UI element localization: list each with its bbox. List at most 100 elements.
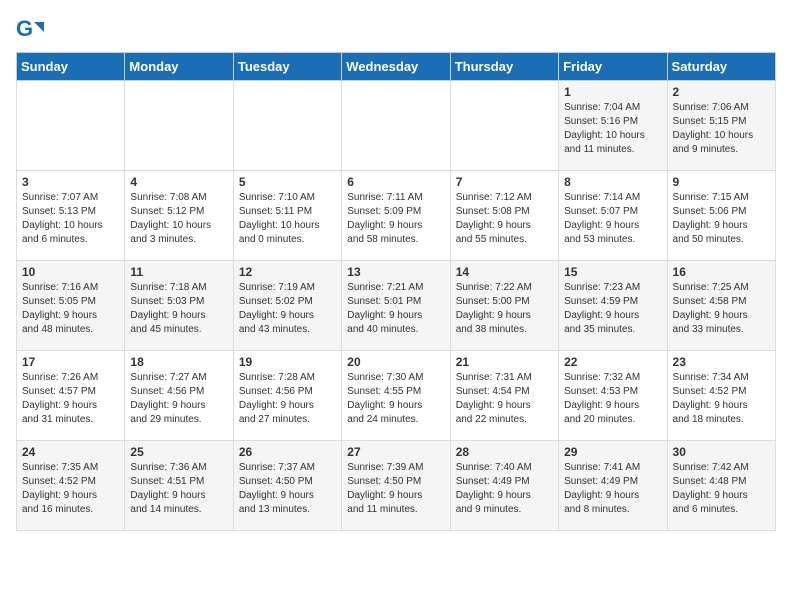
day-number: 15: [564, 265, 661, 279]
day-info: Sunrise: 7:34 AM Sunset: 4:52 PM Dayligh…: [673, 371, 770, 427]
day-number: 13: [347, 265, 444, 279]
day-info: Sunrise: 7:08 AM Sunset: 5:12 PM Dayligh…: [130, 191, 227, 247]
day-number: 23: [673, 355, 770, 369]
calendar-day-cell: 28 Sunrise: 7:40 AM Sunset: 4:49 PM Dayli…: [450, 441, 558, 531]
weekday-header-cell: Friday: [559, 53, 667, 81]
calendar-week-row: 3Sunrise: 7:07 AM Sunset: 5:13 PM Daylig…: [17, 171, 776, 261]
weekday-header-cell: Wednesday: [342, 53, 450, 81]
calendar-day-cell: 18Sunrise: 7:27 AM Sunset: 4:56 PM Dayli…: [125, 351, 233, 441]
calendar-day-cell: 16 Sunrise: 7:25 AM Sunset: 4:58 PM Dayli…: [667, 261, 775, 351]
day-number: 9: [673, 175, 770, 189]
calendar-day-cell: 24 Sunrise: 7:35 AM Sunset: 4:52 PM Dayli…: [17, 441, 125, 531]
day-info: Sunrise: 7:07 AM Sunset: 5:13 PM Dayligh…: [22, 191, 119, 247]
day-number: 27: [347, 445, 444, 459]
day-info: Sunrise: 7:31 AM Sunset: 4:54 PM Dayligh…: [456, 371, 553, 427]
day-info: Sunrise: 7:12 AM Sunset: 5:08 PM Dayligh…: [456, 191, 553, 247]
day-number: 22: [564, 355, 661, 369]
calendar-day-cell: 9 Sunrise: 7:15 AM Sunset: 5:06 PM Daylig…: [667, 171, 775, 261]
calendar-day-cell: 30Sunrise: 7:42 AM Sunset: 4:48 PM Dayli…: [667, 441, 775, 531]
calendar-body: 1 Sunrise: 7:04 AM Sunset: 5:16 PM Daylig…: [17, 81, 776, 531]
day-number: 17: [22, 355, 119, 369]
day-info: Sunrise: 7:36 AM Sunset: 4:51 PM Dayligh…: [130, 461, 227, 517]
calendar-day-cell: [233, 81, 341, 171]
day-info: Sunrise: 7:16 AM Sunset: 5:05 PM Dayligh…: [22, 281, 119, 337]
calendar-day-cell: 5Sunrise: 7:10 AM Sunset: 5:11 PM Daylig…: [233, 171, 341, 261]
day-info: Sunrise: 7:41 AM Sunset: 4:49 PM Dayligh…: [564, 461, 661, 517]
day-info: Sunrise: 7:22 AM Sunset: 5:00 PM Dayligh…: [456, 281, 553, 337]
day-number: 20: [347, 355, 444, 369]
day-info: Sunrise: 7:15 AM Sunset: 5:06 PM Dayligh…: [673, 191, 770, 247]
calendar-table: SundayMondayTuesdayWednesdayThursdayFrid…: [16, 52, 776, 531]
svg-text:G: G: [16, 16, 33, 41]
day-info: Sunrise: 7:04 AM Sunset: 5:16 PM Dayligh…: [564, 101, 661, 157]
calendar-day-cell: 2Sunrise: 7:06 AM Sunset: 5:15 PM Daylig…: [667, 81, 775, 171]
weekday-header-row: SundayMondayTuesdayWednesdayThursdayFrid…: [17, 53, 776, 81]
calendar-day-cell: 27 Sunrise: 7:39 AM Sunset: 4:50 PM Dayli…: [342, 441, 450, 531]
calendar-week-row: 10 Sunrise: 7:16 AM Sunset: 5:05 PM Dayli…: [17, 261, 776, 351]
calendar-day-cell: 21 Sunrise: 7:31 AM Sunset: 4:54 PM Dayli…: [450, 351, 558, 441]
calendar-week-row: 24 Sunrise: 7:35 AM Sunset: 4:52 PM Dayli…: [17, 441, 776, 531]
calendar-day-cell: 8 Sunrise: 7:14 AM Sunset: 5:07 PM Daylig…: [559, 171, 667, 261]
day-info: Sunrise: 7:25 AM Sunset: 4:58 PM Dayligh…: [673, 281, 770, 337]
day-info: Sunrise: 7:26 AM Sunset: 4:57 PM Dayligh…: [22, 371, 119, 427]
calendar-day-cell: [342, 81, 450, 171]
logo[interactable]: G: [16, 16, 48, 44]
day-number: 25: [130, 445, 227, 459]
day-info: Sunrise: 7:28 AM Sunset: 4:56 PM Dayligh…: [239, 371, 336, 427]
day-info: Sunrise: 7:40 AM Sunset: 4:49 PM Dayligh…: [456, 461, 553, 517]
day-info: Sunrise: 7:30 AM Sunset: 4:55 PM Dayligh…: [347, 371, 444, 427]
day-number: 12: [239, 265, 336, 279]
day-info: Sunrise: 7:35 AM Sunset: 4:52 PM Dayligh…: [22, 461, 119, 517]
calendar-day-cell: 4 Sunrise: 7:08 AM Sunset: 5:12 PM Daylig…: [125, 171, 233, 261]
calendar-day-cell: 26 Sunrise: 7:37 AM Sunset: 4:50 PM Dayli…: [233, 441, 341, 531]
day-number: 6: [347, 175, 444, 189]
day-info: Sunrise: 7:42 AM Sunset: 4:48 PM Dayligh…: [673, 461, 770, 517]
day-info: Sunrise: 7:32 AM Sunset: 4:53 PM Dayligh…: [564, 371, 661, 427]
day-number: 1: [564, 85, 661, 99]
day-info: Sunrise: 7:14 AM Sunset: 5:07 PM Dayligh…: [564, 191, 661, 247]
day-info: Sunrise: 7:11 AM Sunset: 5:09 PM Dayligh…: [347, 191, 444, 247]
calendar-day-cell: 7Sunrise: 7:12 AM Sunset: 5:08 PM Daylig…: [450, 171, 558, 261]
calendar-day-cell: 6 Sunrise: 7:11 AM Sunset: 5:09 PM Daylig…: [342, 171, 450, 261]
day-number: 8: [564, 175, 661, 189]
day-info: Sunrise: 7:19 AM Sunset: 5:02 PM Dayligh…: [239, 281, 336, 337]
calendar-day-cell: 12 Sunrise: 7:19 AM Sunset: 5:02 PM Dayli…: [233, 261, 341, 351]
weekday-header-cell: Sunday: [17, 53, 125, 81]
calendar-day-cell: [450, 81, 558, 171]
day-number: 2: [673, 85, 770, 99]
day-number: 24: [22, 445, 119, 459]
weekday-header-cell: Monday: [125, 53, 233, 81]
calendar-day-cell: 11Sunrise: 7:18 AM Sunset: 5:03 PM Dayli…: [125, 261, 233, 351]
calendar-day-cell: 17 Sunrise: 7:26 AM Sunset: 4:57 PM Dayli…: [17, 351, 125, 441]
page-header: G: [16, 16, 776, 44]
weekday-header-cell: Tuesday: [233, 53, 341, 81]
day-info: Sunrise: 7:10 AM Sunset: 5:11 PM Dayligh…: [239, 191, 336, 247]
day-number: 26: [239, 445, 336, 459]
weekday-header-cell: Thursday: [450, 53, 558, 81]
calendar-day-cell: 1 Sunrise: 7:04 AM Sunset: 5:16 PM Daylig…: [559, 81, 667, 171]
day-info: Sunrise: 7:21 AM Sunset: 5:01 PM Dayligh…: [347, 281, 444, 337]
day-number: 14: [456, 265, 553, 279]
day-number: 4: [130, 175, 227, 189]
day-number: 16: [673, 265, 770, 279]
calendar-day-cell: 15 Sunrise: 7:23 AM Sunset: 4:59 PM Dayli…: [559, 261, 667, 351]
calendar-day-cell: 25 Sunrise: 7:36 AM Sunset: 4:51 PM Dayli…: [125, 441, 233, 531]
day-info: Sunrise: 7:39 AM Sunset: 4:50 PM Dayligh…: [347, 461, 444, 517]
day-number: 11: [130, 265, 227, 279]
calendar-day-cell: 3Sunrise: 7:07 AM Sunset: 5:13 PM Daylig…: [17, 171, 125, 261]
day-info: Sunrise: 7:37 AM Sunset: 4:50 PM Dayligh…: [239, 461, 336, 517]
calendar-day-cell: [17, 81, 125, 171]
logo-icon: G: [16, 16, 44, 44]
calendar-day-cell: [125, 81, 233, 171]
day-number: 28: [456, 445, 553, 459]
day-number: 21: [456, 355, 553, 369]
calendar-day-cell: 10 Sunrise: 7:16 AM Sunset: 5:05 PM Dayli…: [17, 261, 125, 351]
calendar-day-cell: 22 Sunrise: 7:32 AM Sunset: 4:53 PM Dayli…: [559, 351, 667, 441]
day-info: Sunrise: 7:23 AM Sunset: 4:59 PM Dayligh…: [564, 281, 661, 337]
calendar-day-cell: 19Sunrise: 7:28 AM Sunset: 4:56 PM Dayli…: [233, 351, 341, 441]
calendar-day-cell: 14 Sunrise: 7:22 AM Sunset: 5:00 PM Dayli…: [450, 261, 558, 351]
calendar-week-row: 17 Sunrise: 7:26 AM Sunset: 4:57 PM Dayli…: [17, 351, 776, 441]
calendar-day-cell: 13 Sunrise: 7:21 AM Sunset: 5:01 PM Dayli…: [342, 261, 450, 351]
calendar-week-row: 1 Sunrise: 7:04 AM Sunset: 5:16 PM Daylig…: [17, 81, 776, 171]
day-number: 10: [22, 265, 119, 279]
